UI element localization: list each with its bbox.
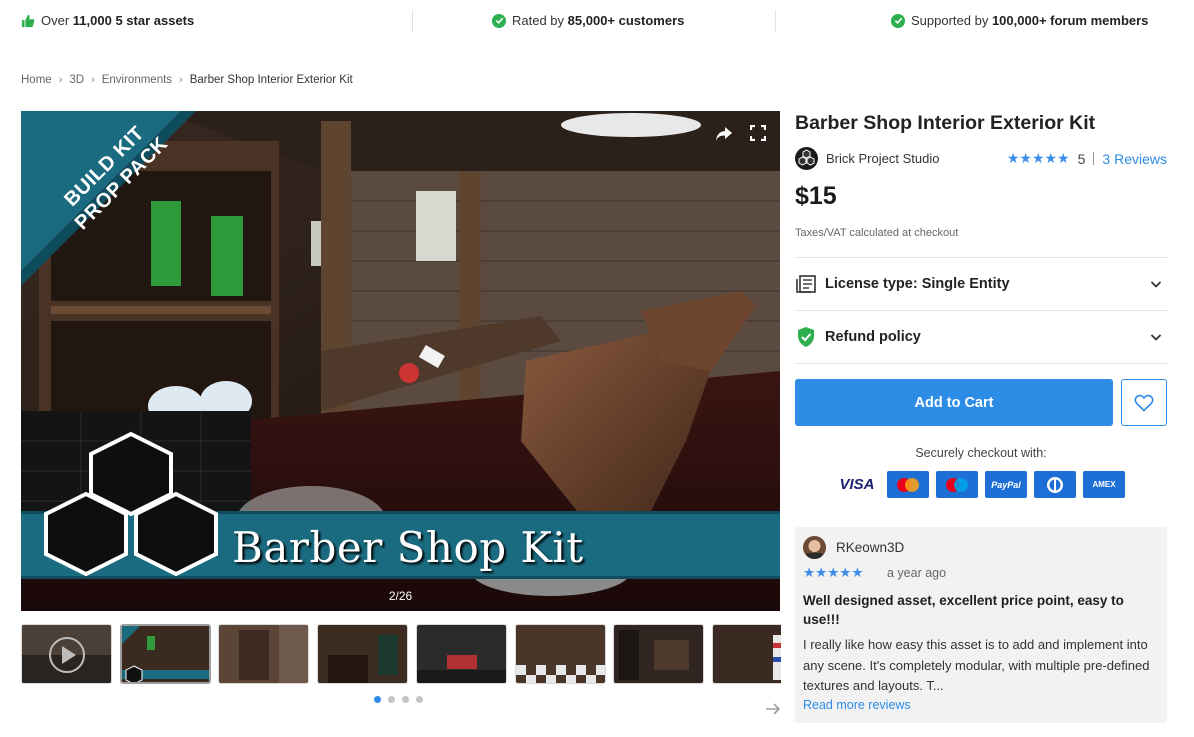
user-photo-icon (803, 536, 826, 559)
shield-check-icon (795, 326, 817, 348)
divider (775, 10, 776, 32)
reviewer-name[interactable]: RKeown3D (836, 540, 904, 555)
add-to-cart-button[interactable]: Add to Cart (795, 379, 1113, 426)
reviewer-avatar[interactable] (803, 536, 826, 559)
thumbnail-strip (21, 624, 781, 684)
breadcrumb: Home › 3D › Environments › Barber Shop I… (21, 74, 353, 86)
image-counter: 2/26 (388, 589, 413, 603)
thumbnail-7[interactable] (613, 624, 704, 684)
thumbnail-5[interactable] (416, 624, 507, 684)
chevron-right-icon: › (179, 74, 183, 86)
banner-title: Barber Shop Kit (232, 523, 584, 572)
trust-bold: 11,000 5 star assets (72, 13, 195, 28)
thumbnail-video[interactable] (21, 624, 112, 684)
star-rating-icons: ★★★★★ (1006, 150, 1070, 166)
reviews-link[interactable]: 3 Reviews (1102, 151, 1167, 167)
breadcrumb-current: Barber Shop Interior Exterior Kit (189, 74, 353, 86)
divider (412, 10, 413, 32)
trust-bar: Over 11,000 5 star assets Rated by 85,00… (0, 0, 1194, 42)
wishlist-button[interactable] (1121, 379, 1167, 426)
carousel-dots (374, 696, 423, 703)
carousel-dot[interactable] (416, 696, 423, 703)
trust-item-assets: Over 11,000 5 star assets (21, 13, 194, 28)
maestro-icon (936, 471, 978, 498)
carousel-dot[interactable] (402, 696, 409, 703)
divider (795, 363, 1167, 364)
publisher-avatar[interactable] (795, 147, 818, 170)
review-date: a year ago (887, 566, 947, 580)
product-title: Barber Shop Interior Exterior Kit (795, 112, 1096, 134)
trust-bold: 85,000+ customers (567, 13, 685, 28)
thumbnail-image (614, 625, 703, 683)
trust-prefix: Over (41, 13, 73, 28)
license-document-icon (795, 273, 817, 295)
refund-label: Refund policy (825, 329, 921, 345)
divider (795, 257, 1167, 258)
paypal-icon: PayPal (985, 471, 1027, 498)
brick-logo-icon (798, 149, 815, 166)
review-title: Well designed asset, excellent price poi… (803, 593, 1124, 627)
review-card: RKeown3D ★★★★★ a year ago Well designed … (795, 527, 1167, 723)
thumbs-up-icon (21, 14, 35, 27)
read-more-reviews-link[interactable]: Read more reviews (803, 698, 911, 712)
chevron-down-icon (1150, 334, 1162, 341)
trust-item-rated: Rated by 85,000+ customers (492, 13, 684, 28)
thumbnail-4[interactable] (317, 624, 408, 684)
heart-icon (1134, 394, 1154, 412)
check-circle-icon (492, 13, 506, 28)
divider (1093, 152, 1095, 165)
license-accordion[interactable]: License type: Single Entity (795, 264, 1167, 304)
secure-checkout-text: Securely checkout with: (915, 446, 1047, 460)
thumbnail-3[interactable] (218, 624, 309, 684)
mastercard-icon (887, 471, 929, 498)
refund-accordion[interactable]: Refund policy (795, 317, 1167, 357)
review-stars: ★★★★★ (803, 565, 864, 580)
review-body: I really like how easy this asset is to … (803, 637, 1150, 693)
divider (795, 310, 1167, 311)
main-product-image[interactable]: BUILD KIT PROP PACK Barber Shop Kit 2/26 (21, 111, 780, 611)
tax-note: Taxes/VAT calculated at checkout (795, 227, 959, 239)
chevron-down-icon (1150, 281, 1162, 288)
price: $15 (795, 182, 837, 210)
thumbnail-2[interactable] (120, 624, 211, 684)
thumbnail-image (122, 626, 209, 682)
thumbnail-image (713, 625, 781, 683)
payment-methods: VISA PayPal AMEX (834, 471, 1125, 498)
carousel-dot[interactable] (374, 696, 381, 703)
visa-icon: VISA (834, 471, 880, 498)
trust-text-assets: Over 11,000 5 star assets (41, 13, 194, 28)
arrow-right-icon[interactable] (764, 700, 782, 718)
thumbnail-image (219, 625, 308, 683)
breadcrumb-home[interactable]: Home (21, 74, 52, 86)
thumbnail-image (318, 625, 407, 683)
license-label: License type: Single Entity (825, 276, 1010, 292)
trust-prefix: Rated by (512, 13, 568, 28)
carousel-dot[interactable] (388, 696, 395, 703)
rating-value: 5 (1077, 150, 1086, 167)
thumbnail-image (417, 625, 506, 683)
trust-text-supported: Supported by 100,000+ forum members (911, 13, 1148, 28)
thumbnail-image (516, 625, 605, 683)
check-circle-icon (891, 13, 905, 28)
chevron-right-icon: › (91, 74, 95, 86)
fullscreen-icon[interactable] (750, 125, 766, 141)
trust-text-rated: Rated by 85,000+ customers (512, 13, 684, 28)
publisher-name[interactable]: Brick Project Studio (826, 151, 939, 166)
amex-icon: AMEX (1083, 471, 1125, 498)
share-icon[interactable] (714, 125, 734, 143)
chevron-right-icon: › (58, 74, 63, 86)
trust-bold: 100,000+ forum members (991, 13, 1149, 28)
trust-item-supported: Supported by 100,000+ forum members (891, 13, 1148, 28)
play-icon (22, 625, 111, 683)
publisher-row: Brick Project Studio ★★★★★ 5 3 Reviews (795, 147, 1167, 171)
thumbnail-8[interactable] (712, 624, 781, 684)
thumbnail-6[interactable] (515, 624, 606, 684)
breadcrumb-3d[interactable]: 3D (69, 74, 84, 86)
rating-summary: ★★★★★ 5 3 Reviews (1007, 150, 1167, 167)
trust-prefix: Supported by (911, 13, 992, 28)
breadcrumb-environments[interactable]: Environments (102, 74, 172, 86)
diners-club-icon (1034, 471, 1076, 498)
